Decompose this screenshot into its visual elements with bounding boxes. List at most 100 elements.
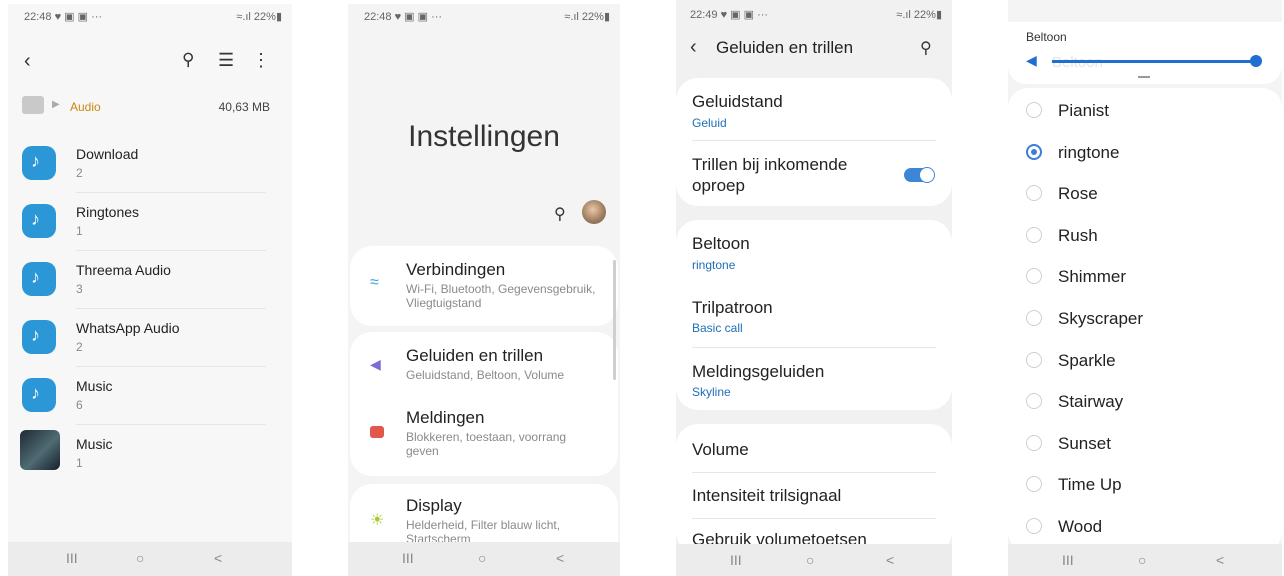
setting-title: Beltoon xyxy=(692,234,750,253)
volume-slider-label: Beltoon xyxy=(1026,30,1067,44)
ringtone-name: Time Up xyxy=(1058,475,1122,495)
settings-card: ◀ Geluiden en trillen Geluidstand, Belto… xyxy=(350,332,618,476)
ringtone-name: Shimmer xyxy=(1058,267,1127,287)
radio-icon[interactable] xyxy=(1026,226,1042,243)
list-item[interactable]: Download 2 xyxy=(8,138,292,194)
back-button[interactable]: < xyxy=(886,552,894,568)
radio-icon[interactable] xyxy=(1026,434,1042,451)
ringtone-option[interactable]: Sunset xyxy=(1008,423,1282,463)
setting-value: Skyline xyxy=(692,385,731,399)
setting-title: Volume xyxy=(692,440,749,459)
vibrate-toggle[interactable] xyxy=(904,167,935,183)
menu-item-geluiden[interactable]: ◀ Geluiden en trillen Geluidstand, Belto… xyxy=(350,332,618,394)
divider xyxy=(692,140,936,141)
more-options-icon[interactable]: ⋮ xyxy=(252,50,270,71)
radio-icon[interactable] xyxy=(1026,310,1042,326)
ringtone-name: Skyscraper xyxy=(1058,309,1144,328)
setting-trilpatroon[interactable]: Trilpatroon Basic call xyxy=(676,284,952,346)
navigation-bar: III ○ < xyxy=(348,542,620,576)
volume-slider-thumb[interactable] xyxy=(1250,55,1262,67)
setting-meldingsgeluiden[interactable]: Meldingsgeluiden Skyline xyxy=(676,348,952,410)
divider xyxy=(692,518,936,519)
back-icon[interactable]: ‹ xyxy=(690,36,697,59)
sun-icon: ☀ xyxy=(370,512,385,529)
search-icon[interactable]: ⚲ xyxy=(920,38,932,58)
radio-icon[interactable] xyxy=(1026,185,1042,202)
search-icon[interactable]: ⚲ xyxy=(554,204,566,224)
avatar[interactable] xyxy=(582,200,606,224)
recent-apps-button[interactable]: III xyxy=(66,550,78,566)
radio-icon[interactable] xyxy=(1026,351,1042,368)
list-item[interactable]: Music 1 xyxy=(8,428,292,484)
radio-icon[interactable] xyxy=(1026,476,1042,493)
radio-icon[interactable] xyxy=(1026,393,1042,410)
ringtone-option[interactable]: Rose xyxy=(1008,173,1282,213)
folder-size: 40,63 MB xyxy=(218,100,270,114)
radio-icon[interactable] xyxy=(1026,102,1042,118)
radio-icon[interactable] xyxy=(1026,518,1042,534)
menu-item-meldingen[interactable]: Meldingen Blokkeren, toestaan, voorrang … xyxy=(350,398,618,474)
home-folder-icon[interactable] xyxy=(22,96,44,114)
folder-name: WhatsApp Audio xyxy=(76,320,180,336)
setting-beltoon[interactable]: Beltoon ringtone xyxy=(676,220,952,282)
back-button[interactable]: < xyxy=(1216,552,1224,568)
menu-item-title: Display xyxy=(406,496,462,515)
music-folder-icon xyxy=(22,146,56,180)
volume-panel: Beltoon ◀ Beltoon xyxy=(1008,22,1282,84)
divider xyxy=(76,192,266,193)
setting-value: ringtone xyxy=(692,258,736,272)
ringtone-name: Rose xyxy=(1058,184,1098,204)
menu-item-display[interactable]: ☀ Display Helderheid, Filter blauw licht… xyxy=(350,484,618,548)
recent-apps-button[interactable]: III xyxy=(402,550,414,566)
music-folder-icon xyxy=(22,378,56,412)
setting-trillen-inkomend[interactable]: Trillen bij inkomende oproep xyxy=(676,142,952,204)
ringtone-name: ringtone xyxy=(1058,142,1120,162)
menu-item-verbindingen[interactable]: ≈ Verbindingen Wi-Fi, Bluetooth, Gegeven… xyxy=(350,246,618,326)
breadcrumb-audio[interactable]: Audio xyxy=(70,100,101,114)
back-button[interactable]: < xyxy=(214,550,222,566)
status-bar: 22:48 ♥ ▣ ▣ ··· ≈.ıl 22%▮ xyxy=(8,10,292,28)
recent-apps-button[interactable]: III xyxy=(1062,552,1074,568)
setting-title: Geluidstand xyxy=(692,92,783,111)
ringtone-option[interactable]: Time Up xyxy=(1008,464,1282,504)
ringtone-option[interactable]: Skyscraper xyxy=(1008,298,1282,338)
radio-selected-icon[interactable] xyxy=(1026,143,1042,160)
panel-drag-handle[interactable] xyxy=(1138,76,1150,78)
setting-intensiteit[interactable]: Intensiteit trilsignaal xyxy=(676,474,952,518)
list-item[interactable]: WhatsApp Audio 2 xyxy=(8,312,292,368)
divider xyxy=(76,424,266,425)
status-bar: 22:49 ♥ ▣ ▣ ··· ≈.ıl 22%▮ xyxy=(676,8,952,26)
ringtone-option[interactable]: Sparkle xyxy=(1008,340,1282,380)
status-signal: ≈.ıl 22%▮ xyxy=(564,11,610,23)
back-button[interactable]: < xyxy=(556,550,564,566)
ringtone-option[interactable]: Pianist xyxy=(1008,90,1282,130)
ringtone-option[interactable]: ringtone xyxy=(1008,132,1282,172)
status-signal: ≈.ıl 22%▮ xyxy=(236,11,282,23)
home-button[interactable]: ○ xyxy=(478,550,486,566)
search-icon[interactable]: ⚲ xyxy=(182,50,194,70)
recent-apps-button[interactable]: III xyxy=(730,552,742,568)
volume-slider-track[interactable] xyxy=(1052,55,1262,67)
folder-name: Music xyxy=(76,378,113,394)
ringtone-option[interactable]: Wood xyxy=(1008,506,1282,546)
list-item[interactable]: Music 6 xyxy=(8,370,292,426)
list-view-icon[interactable]: ☰ xyxy=(218,50,234,71)
home-button[interactable]: ○ xyxy=(1138,552,1146,568)
menu-item-subtitle: Wi-Fi, Bluetooth, Gegevensgebruik, Vlieg… xyxy=(406,282,596,310)
list-item[interactable]: Ringtones 1 xyxy=(8,196,292,252)
ringtone-option[interactable]: Shimmer xyxy=(1008,256,1282,296)
menu-item-title: Verbindingen xyxy=(406,260,506,279)
back-icon[interactable]: ‹ xyxy=(24,50,31,73)
setting-geluidstand[interactable]: Geluidstand Geluid xyxy=(676,78,952,140)
ringtone-option[interactable]: Rush xyxy=(1008,215,1282,255)
radio-icon[interactable] xyxy=(1026,268,1042,285)
ringtone-list-card: Pianist ringtone Rose Rush Shimmer Skyscraper… xyxy=(1008,88,1282,552)
scrollbar[interactable] xyxy=(613,260,616,380)
home-button[interactable]: ○ xyxy=(136,550,144,566)
navigation-bar: III ○ < xyxy=(1008,544,1282,576)
setting-title: Trillen bij inkomende oproep xyxy=(692,155,848,195)
list-item[interactable]: Threema Audio 3 xyxy=(8,254,292,310)
ringtone-option[interactable]: Stairway xyxy=(1008,381,1282,421)
setting-volume[interactable]: Volume xyxy=(676,424,952,472)
home-button[interactable]: ○ xyxy=(806,552,814,568)
